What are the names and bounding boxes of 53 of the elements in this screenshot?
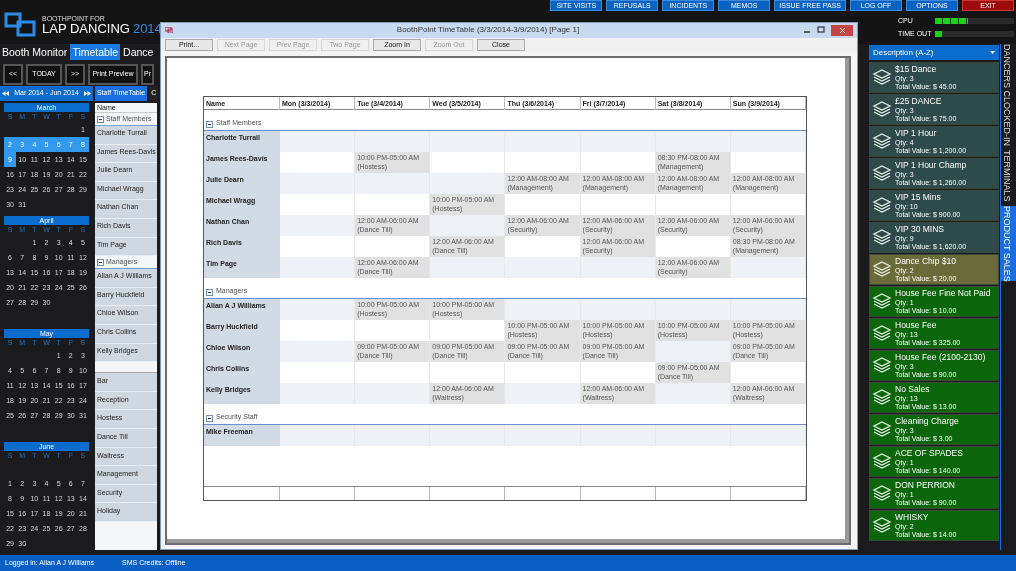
brand-title: LAP DANCING	[42, 22, 130, 35]
collapse-icon[interactable]	[97, 258, 104, 266]
product-name: House Fee Fine Not Paid	[895, 289, 991, 298]
side-tab[interactable]: PRODUCT SALES	[1001, 205, 1016, 282]
collapse-icon[interactable]	[206, 121, 213, 128]
layers-icon	[873, 165, 891, 182]
layers-icon	[873, 229, 891, 246]
layers-icon	[873, 357, 891, 374]
maximize-icon[interactable]	[817, 26, 825, 35]
collapse-icon[interactable]	[206, 415, 213, 422]
app-tab[interactable]: Timetable	[70, 44, 121, 60]
rewind-icon[interactable]	[2, 91, 9, 96]
collapse-icon[interactable]	[206, 289, 213, 296]
layers-icon	[873, 485, 891, 502]
layers-icon	[873, 101, 891, 118]
logo-icon	[4, 12, 38, 38]
layers-icon	[873, 197, 891, 214]
product-name: House Fee	[895, 321, 938, 330]
product-name: VIP 1 Hour	[895, 129, 938, 138]
side-tab[interactable]: DANCERS CLOCKED-IN	[1001, 44, 1016, 146]
product-name: ACE OF SPADES	[895, 449, 963, 458]
layers-icon	[873, 453, 891, 470]
layers-icon	[873, 389, 891, 406]
app-tab[interactable]: Booth Monitor	[0, 44, 70, 60]
app-icon	[165, 27, 173, 34]
layers-icon	[873, 293, 891, 310]
layers-icon	[873, 517, 891, 534]
close-button[interactable]	[831, 24, 853, 36]
layers-icon	[873, 421, 891, 438]
window-title: BoothPoint TimeTable (3/3/2014-3/9/2014) [Page 1]	[395, 24, 581, 37]
sort-dropdown[interactable]: Description (A-Z)	[869, 45, 999, 60]
product-name: VIP 30 MINS	[895, 225, 945, 234]
collapse-icon[interactable]	[97, 115, 104, 123]
layers-icon	[873, 325, 891, 342]
product-name: Cleaning Charge	[895, 417, 959, 426]
product-name: £25 DANCE	[895, 97, 943, 106]
close-icon	[839, 27, 845, 33]
brand-year: 2014	[132, 22, 162, 35]
product-name: DON PERRION	[895, 481, 956, 490]
layers-icon	[873, 133, 891, 150]
caret-icon	[990, 51, 995, 54]
app-tab[interactable]: Dance	[121, 44, 156, 60]
side-tab[interactable]: TERMINALS	[1001, 150, 1016, 202]
product-name: $15 Dance	[895, 65, 938, 74]
product-name: No Sales	[895, 385, 931, 394]
product-name: VIP 15 Mins	[895, 193, 942, 202]
product-name: WHISKY	[895, 513, 930, 522]
layers-icon	[873, 261, 891, 278]
layers-icon	[873, 69, 891, 86]
product-name: House Fee (2100-2130)	[895, 353, 986, 362]
product-name: Dance Chip $10	[895, 257, 957, 266]
fast-forward-icon[interactable]	[84, 91, 91, 96]
product-name: VIP 1 Hour Champ	[895, 161, 967, 170]
